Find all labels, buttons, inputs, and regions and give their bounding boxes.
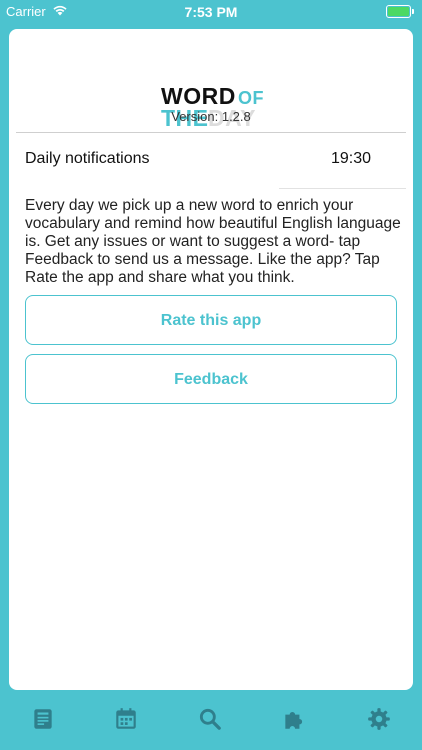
app-logo: WORD OF THE DAY xyxy=(9,55,413,130)
daily-notifications-row[interactable]: Daily notifications 19:30 xyxy=(9,133,413,188)
clock: 7:53 PM xyxy=(184,4,238,20)
tab-calendar[interactable] xyxy=(113,706,139,732)
notifications-time[interactable]: 19:30 xyxy=(331,150,371,168)
app-description: Every day we pick up a new word to enric… xyxy=(25,197,401,286)
logo-word: WORD xyxy=(161,83,236,109)
tab-search[interactable] xyxy=(197,706,223,732)
word-card-icon xyxy=(34,709,52,729)
feedback-button[interactable]: Feedback xyxy=(25,354,397,404)
tab-bar xyxy=(0,700,422,740)
status-bar: Carrier 7:53 PM xyxy=(0,0,422,24)
puzzle-icon xyxy=(285,711,303,729)
calendar-icon xyxy=(116,708,136,729)
tab-games[interactable] xyxy=(281,706,307,732)
tab-settings[interactable] xyxy=(366,706,392,732)
gear-icon xyxy=(368,708,390,730)
notifications-label: Daily notifications xyxy=(25,150,150,167)
battery-icon xyxy=(386,5,414,18)
rate-app-button[interactable]: Rate this app xyxy=(25,295,397,345)
divider xyxy=(279,188,406,189)
version-label: Version: 1.2.8 xyxy=(171,109,251,124)
search-icon xyxy=(199,708,221,730)
tab-word-of-day[interactable] xyxy=(30,706,56,732)
settings-card: WORD OF THE DAY Version: 1.2.8 Daily not… xyxy=(9,29,413,690)
